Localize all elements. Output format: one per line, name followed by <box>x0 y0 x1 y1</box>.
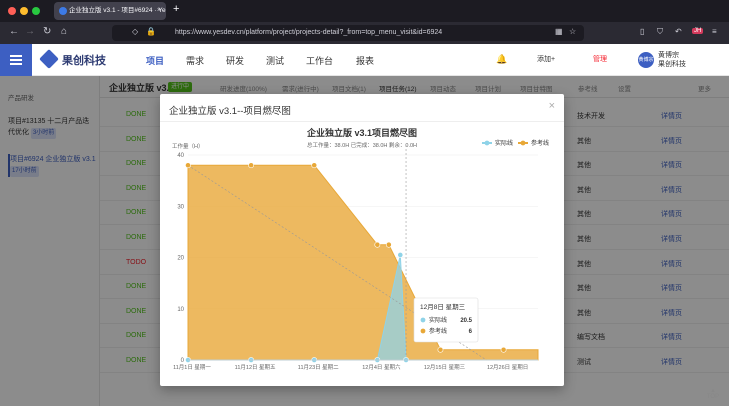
browser-window: 企业独立版 v3.1 - 项目#6924 · Ye × + ← → ↻ ⌂ ◇ … <box>0 0 729 406</box>
nav-project[interactable]: 项目 <box>146 54 164 67</box>
home-icon[interactable]: ⌂ <box>61 26 67 37</box>
legend-label: 实际线 <box>495 139 513 147</box>
manage-button[interactable]: 管理 <box>593 54 607 64</box>
avatar[interactable]: 黄博宗 <box>638 52 654 68</box>
tooltip-marker <box>420 317 426 323</box>
back-icon[interactable]: ← <box>9 26 19 37</box>
y-tick-label: 20 <box>177 256 184 262</box>
tooltip-series-name: 参考线 <box>429 327 447 335</box>
back-to-top-label: TOP <box>706 394 720 400</box>
user-info[interactable]: 黄博宗 果创科技 <box>658 51 686 69</box>
nav-requirement[interactable]: 需求 <box>186 54 204 67</box>
legend-marker <box>520 140 526 146</box>
tab-title: 企业独立版 v3.1 - 项目#6924 · Ye <box>69 7 166 14</box>
burndown-chart: 企业独立版 v3.1项目燃尽图总工作量：38.0H 已完成：38.0H 剩余：0… <box>172 127 549 371</box>
navigation-bar: ← → ↻ ⌂ ◇ 🔒 https://www.yesdev.cn/platfo… <box>0 22 729 44</box>
reload-icon[interactable]: ↻ <box>43 26 51 37</box>
nav-workbench[interactable]: 工作台 <box>306 54 333 67</box>
tooltip-series-name: 实际线 <box>429 316 447 324</box>
bell-icon[interactable]: 🔔 <box>496 54 507 65</box>
extension-icon[interactable]: JH <box>692 28 704 34</box>
brand-name: 果创科技 <box>62 55 106 67</box>
browser-tab[interactable]: 企业独立版 v3.1 - 项目#6924 · Ye × <box>54 2 166 20</box>
reference-point <box>437 346 444 353</box>
legend-label: 参考线 <box>531 139 549 147</box>
close-window-button[interactable] <box>8 7 16 15</box>
tooltip-marker <box>420 328 426 334</box>
y-tick-label: 30 <box>177 204 184 210</box>
chart-title: 企业独立版 v3.1项目燃尽图 <box>306 127 417 138</box>
reference-point <box>374 241 381 248</box>
reference-point <box>185 162 191 169</box>
tooltip-title: 12月8日 星期三 <box>420 303 466 311</box>
maximize-window-button[interactable] <box>32 7 40 15</box>
new-tab-button[interactable]: + <box>173 3 179 15</box>
sidebar-toggle-icon[interactable]: ▯ <box>640 27 644 36</box>
actual-point <box>397 252 404 258</box>
forward-icon[interactable]: → <box>25 26 35 37</box>
add-button[interactable]: 添加+ <box>537 54 555 64</box>
y-tick-label: 0 <box>181 358 185 364</box>
hamburger-menu-icon[interactable] <box>0 44 32 76</box>
bookmark-star-icon[interactable]: ☆ <box>569 27 576 36</box>
shield-icon[interactable]: ◇ <box>132 27 138 36</box>
x-tick-label: 12月4日 星期六 <box>362 363 401 371</box>
reference-point <box>500 346 507 353</box>
address-bar[interactable]: ◇ 🔒 https://www.yesdev.cn/platform/proje… <box>112 25 584 41</box>
x-tick-label: 11月12日 星期五 <box>235 364 276 371</box>
app-header: 果创科技 项目 需求 研发 测试 工作台 报表 🔔 添加+ 管理 黄博宗 黄博宗… <box>0 44 729 76</box>
undo-icon[interactable]: ↶ <box>675 27 682 36</box>
tab-bar: 企业独立版 v3.1 - 项目#6924 · Ye × + <box>0 0 729 22</box>
legend-marker <box>484 140 490 146</box>
qr-icon[interactable]: ▦ <box>555 27 563 36</box>
nav-report[interactable]: 报表 <box>356 54 374 67</box>
back-to-top-button[interactable]: ▲ TOP <box>705 388 721 400</box>
url-text[interactable]: https://www.yesdev.cn/platform/project/p… <box>175 25 442 41</box>
y-axis-label: 工作量（H） <box>172 142 203 150</box>
menu-icon[interactable]: ≡ <box>712 27 717 36</box>
x-tick-label: 12月15日 星期三 <box>424 364 466 371</box>
nav-testing[interactable]: 测试 <box>266 54 284 67</box>
brand-logo-icon <box>39 49 59 69</box>
x-tick-label: 11月23日 星期二 <box>298 364 339 371</box>
reference-point <box>311 162 318 169</box>
x-tick-label: 12月26日 星期日 <box>487 364 528 371</box>
burndown-modal: 企业独立版 v3.1--项目燃尽图 × 企业独立版 v3.1项目燃尽图 总工作量：… <box>160 94 564 386</box>
y-tick-label: 10 <box>177 307 184 313</box>
user-name: 黄博宗 <box>658 52 679 59</box>
shield-account-icon[interactable]: ⛉ <box>657 27 663 37</box>
close-tab-icon[interactable]: × <box>157 2 161 20</box>
tooltip-series-value: 20.5 <box>460 318 472 324</box>
reference-area <box>187 164 539 361</box>
modal-title: 企业独立版 v3.1--项目燃尽图 <box>169 106 291 117</box>
reference-point <box>248 162 255 169</box>
chart-subtitle: 总工作量：38.0H 已完成：38.0H 剩余：0.0H <box>307 141 417 149</box>
user-org: 果创科技 <box>658 61 686 68</box>
favicon-icon <box>59 7 67 15</box>
minimize-window-button[interactable] <box>20 7 28 15</box>
close-icon[interactable]: × <box>549 100 555 112</box>
y-tick-label: 40 <box>177 153 184 159</box>
x-tick-label: 11月1日 星期一 <box>173 364 211 371</box>
nav-development[interactable]: 研发 <box>226 54 244 67</box>
lock-icon[interactable]: 🔒 <box>146 27 156 36</box>
reference-point <box>385 241 392 248</box>
